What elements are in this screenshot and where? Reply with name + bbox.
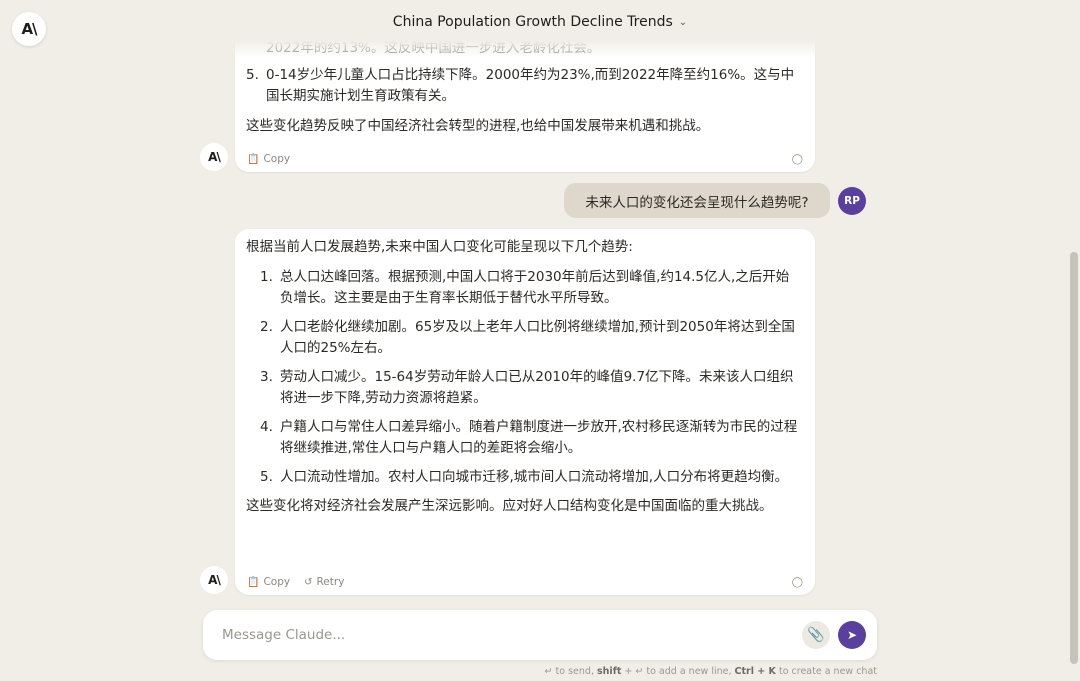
prev-item4-line2: 2022年的约13%。这反映中国进一步进入老龄化社会。	[266, 40, 601, 56]
copy-label: Copy	[263, 575, 291, 588]
list-number: 2.	[260, 319, 273, 335]
list-text: 0-14岁少年儿童人口占比持续下降。2000年约为23%,而到2022年降至约1…	[266, 67, 795, 104]
retry-icon: ↺	[304, 576, 313, 588]
claude-logo[interactable]: A\	[12, 12, 46, 46]
hint-newline: to add a new line,	[646, 666, 732, 677]
hint-shift: shift	[597, 666, 622, 677]
prev-summary: 这些变化趋势反映了中国经济社会转型的进程,也给中国发展带来机遇和挑战。	[246, 118, 710, 134]
list-item: 3. 劳动人口减少。15-64岁劳动年龄人口已从2010年的峰值9.7亿下降。未来…	[260, 367, 801, 409]
claude-avatar: A\	[200, 566, 228, 594]
list-item: 5. 人口流动性增加。农村人口向城市迁移,城市间人口流动将增加,人口分布将更趋均衡…	[260, 467, 801, 488]
keyboard-hint: ↵ to send, shift + ↵ to add a new line, …	[544, 666, 877, 677]
user-message: 未来人口的变化还会呈现什么趋势呢?	[564, 183, 830, 218]
hint-new-chat: to create a new chat	[778, 666, 877, 677]
user-avatar[interactable]: RP	[838, 187, 866, 215]
list-number: 1.	[260, 269, 273, 285]
return-key-icon: ↵	[635, 666, 644, 677]
prev-list: 4. 65岁及以上老年人口快速增加。根据数据显示,人口占比从2000年的7%上升…	[246, 17, 801, 107]
list-number: 5.	[260, 469, 273, 485]
scrollbar[interactable]	[1070, 252, 1078, 664]
answer-list: 1. 总人口达峰回落。根据预测,中国人口将于2030年前后达到峰值,约14.5亿人…	[260, 267, 801, 488]
thumbs-down-icon[interactable]: ◯	[792, 572, 803, 593]
chevron-down-icon: ⌄	[678, 16, 688, 28]
copy-button[interactable]: 📋 Copy	[247, 572, 290, 593]
claude-avatar: A\	[200, 143, 228, 171]
list-text: 人口流动性增加。农村人口向城市迁移,城市间人口流动将增加,人口分布将更趋均衡。	[280, 469, 789, 485]
list-text: 户籍人口与常住人口差异缩小。随着户籍制度进一步放开,农村移民逐渐转为市民的过程将…	[280, 419, 798, 456]
send-icon: ➤	[846, 628, 858, 642]
return-key-icon: ↵	[544, 666, 553, 677]
list-item: 4. 户籍人口与常住人口差异缩小。随着户籍制度进一步放开,农村移民逐渐转为市民的过…	[260, 417, 801, 459]
list-item: 1. 总人口达峰回落。根据预测,中国人口将于2030年前后达到峰值,约14.5亿人…	[260, 267, 801, 309]
list-text: 劳动人口减少。15-64岁劳动年龄人口已从2010年的峰值9.7亿下降。未来该人…	[280, 369, 794, 406]
answer-intro: 根据当前人口发展趋势,未来中国人口变化可能呈现以下几个趋势:	[246, 239, 633, 255]
hint-send: to send,	[555, 666, 594, 677]
assistant-message-prev: 4. 65岁及以上老年人口快速增加。根据数据显示,人口占比从2000年的7%上升…	[235, 10, 815, 172]
list-item: 5. 0-14岁少年儿童人口占比持续下降。2000年约为23%,而到2022年降…	[246, 65, 801, 107]
thumbs-down-icon[interactable]: ◯	[792, 149, 803, 170]
copy-button[interactable]: 📋 Copy	[247, 149, 290, 170]
assistant-message: 根据当前人口发展趋势,未来中国人口变化可能呈现以下几个趋势: 1. 总人口达峰回落…	[235, 229, 815, 595]
clipboard-icon: 📋	[247, 576, 260, 588]
paperclip-icon[interactable]: 📎	[802, 621, 830, 649]
message-input[interactable]	[220, 619, 802, 651]
message-composer: 📎 ➤	[203, 610, 877, 660]
copy-label: Copy	[263, 152, 291, 165]
list-item: 2. 人口老龄化继续加剧。65岁及以上老年人口比例将继续增加,预计到2050年将达…	[260, 317, 801, 359]
list-number: 5.	[246, 67, 259, 83]
retry-label: Retry	[316, 575, 345, 588]
conversation-title[interactable]: China Population Growth Decline Trends ⌄	[393, 14, 687, 30]
message-actions: 📋 Copy ◯	[247, 151, 803, 167]
list-number: 4.	[260, 419, 273, 435]
answer-summary: 这些变化将对经济社会发展产生深远影响。应对好人口结构变化是中国面临的重大挑战。	[246, 498, 773, 514]
user-message-text: 未来人口的变化还会呈现什么趋势呢?	[585, 194, 809, 211]
list-text: 人口老龄化继续加剧。65岁及以上老年人口比例将继续增加,预计到2050年将达到全…	[280, 319, 795, 356]
list-text: 总人口达峰回落。根据预测,中国人口将于2030年前后达到峰值,约14.5亿人,之…	[280, 269, 790, 306]
message-actions: 📋 Copy ↺ Retry ◯	[247, 574, 803, 590]
conversation-title-text: China Population Growth Decline Trends	[392, 14, 673, 30]
hint-ctrl-k: Ctrl + K	[734, 666, 776, 677]
clipboard-icon: 📋	[247, 153, 260, 165]
list-number: 3.	[260, 369, 273, 385]
send-button[interactable]: ➤	[838, 621, 866, 649]
retry-button[interactable]: ↺ Retry	[304, 572, 344, 593]
